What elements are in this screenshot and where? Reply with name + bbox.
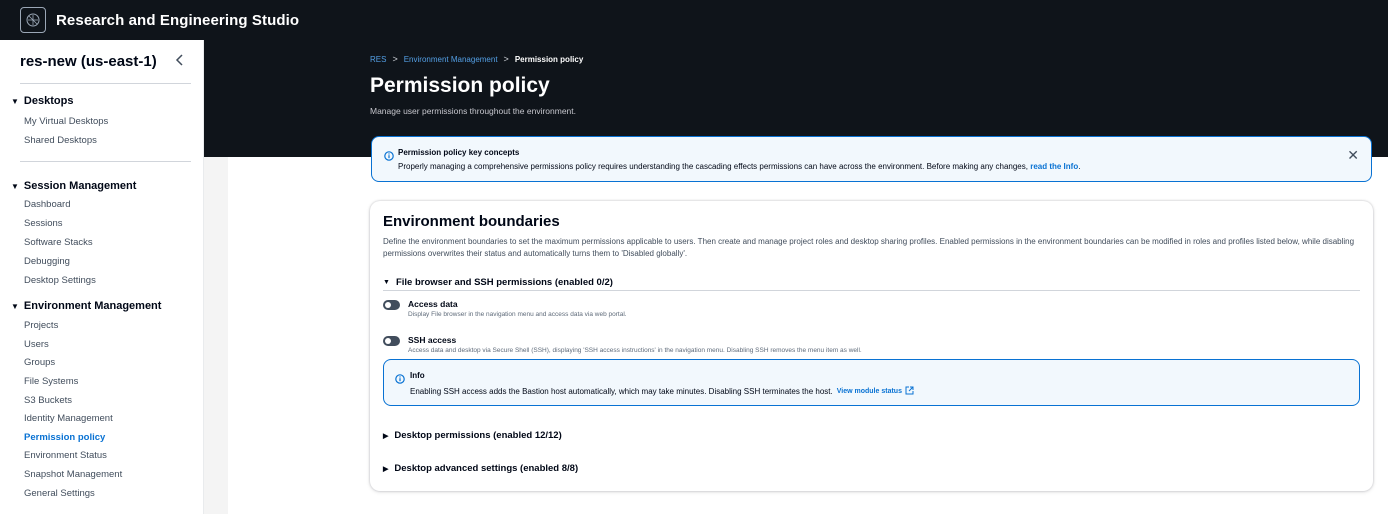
caret-down-icon: ▼ [11,96,19,106]
environment-boundaries-container: Environment boundaries Define the enviro… [370,201,1373,491]
sidebar-item-shared-desktops[interactable]: Shared Desktops [24,135,97,146]
sidebar-item-software-stacks[interactable]: Software Stacks [24,237,93,248]
sidebar-item-file-systems[interactable]: File Systems [24,376,78,387]
side-navigation: res-new (us-east-1) ▼ Desktops My Virtual… [0,40,204,514]
section-header-session-management[interactable]: ▼ Session Management [11,180,136,192]
sidebar-item-users[interactable]: Users [24,339,49,350]
ssh-info-alert: Info Enabling SSH access adds the Bastio… [383,359,1360,406]
ssh-access-toggle[interactable] [383,336,400,346]
access-data-toggle[interactable] [383,300,400,310]
breadcrumb: RES > Environment Management > Permissio… [370,54,583,64]
sidebar-item-sessions[interactable]: Sessions [24,218,63,229]
info-icon [395,371,405,384]
chevron-left-icon[interactable] [173,53,187,67]
top-navigation: Research and Engineering Studio [0,0,1388,40]
caret-right-icon: ▶ [383,465,389,473]
page-title: Permission policy [370,74,550,97]
card-description: Define the environment boundaries to set… [383,237,1355,258]
chevron-right-icon: > [503,54,509,64]
read-info-link[interactable]: read the Info [1030,162,1078,171]
close-icon[interactable]: ✕ [1347,147,1359,164]
section-header-desktops[interactable]: ▼ Desktops [11,95,73,107]
res-logo-icon[interactable] [20,7,46,33]
ssh-access-label: SSH access [408,335,457,345]
expand-file-browser-ssh[interactable]: ▼ File browser and SSH permissions (enab… [383,277,613,288]
sidebar-item-desktop-settings[interactable]: Desktop Settings [24,275,96,286]
info-flashbar: Permission policy key concepts Properly … [371,136,1372,182]
expand-desktop-advanced-settings[interactable]: ▶ Desktop advanced settings (enabled 8/8… [383,463,578,474]
caret-right-icon: ▶ [383,432,389,440]
expand-desktop-permissions[interactable]: ▶ Desktop permissions (enabled 12/12) [383,430,562,441]
section-divider [383,290,1360,291]
sidebar-item-permission-policy[interactable]: Permission policy [24,432,105,443]
chevron-right-icon: > [392,54,398,64]
breadcrumb-environment-management[interactable]: Environment Management [404,55,498,64]
flash-text: Properly managing a comprehensive permis… [398,162,1081,171]
sidebar-header: res-new (us-east-1) [0,40,203,82]
caret-down-icon: ▼ [383,279,390,286]
external-link-icon[interactable] [905,386,914,397]
sidebar-item-environment-status[interactable]: Environment Status [24,450,107,461]
sidebar-item-dashboard[interactable]: Dashboard [24,199,70,210]
sidebar-item-debugging[interactable]: Debugging [24,256,70,267]
sidebar-item-identity-management[interactable]: Identity Management [24,413,113,424]
info-alert-title: Info [410,371,425,380]
caret-down-icon: ▼ [11,301,19,311]
sidebar-item-s3-buckets[interactable]: S3 Buckets [24,395,72,406]
sidebar-divider [20,161,191,162]
view-module-status-link[interactable]: View module status [837,388,902,395]
info-icon [384,148,394,161]
sidebar-item-projects[interactable]: Projects [24,320,58,331]
flash-title: Permission policy key concepts [398,148,520,157]
sidebar-item-general-settings[interactable]: General Settings [24,488,95,499]
breadcrumb-res[interactable]: RES [370,55,386,64]
sidebar-item-my-virtual-desktops[interactable]: My Virtual Desktops [24,116,108,127]
sidebar-item-groups[interactable]: Groups [24,357,55,368]
ssh-access-description: Access data and desktop via Secure Shell… [408,347,862,354]
sidebar-item-snapshot-management[interactable]: Snapshot Management [24,469,122,480]
sidebar-title[interactable]: res-new (us-east-1) [20,53,157,70]
section-header-environment-management[interactable]: ▼ Environment Management [11,300,161,312]
card-title: Environment boundaries [383,213,560,230]
app-title[interactable]: Research and Engineering Studio [56,12,299,29]
access-data-label: Access data [408,299,458,309]
sidebar-divider [20,83,191,84]
content-gutter [204,157,228,514]
caret-down-icon: ▼ [11,181,19,191]
access-data-description: Display File browser in the navigation m… [408,311,627,318]
page-description: Manage user permissions throughout the e… [370,106,577,116]
info-alert-text: Enabling SSH access adds the Bastion hos… [410,386,914,397]
breadcrumb-current: Permission policy [514,54,584,64]
